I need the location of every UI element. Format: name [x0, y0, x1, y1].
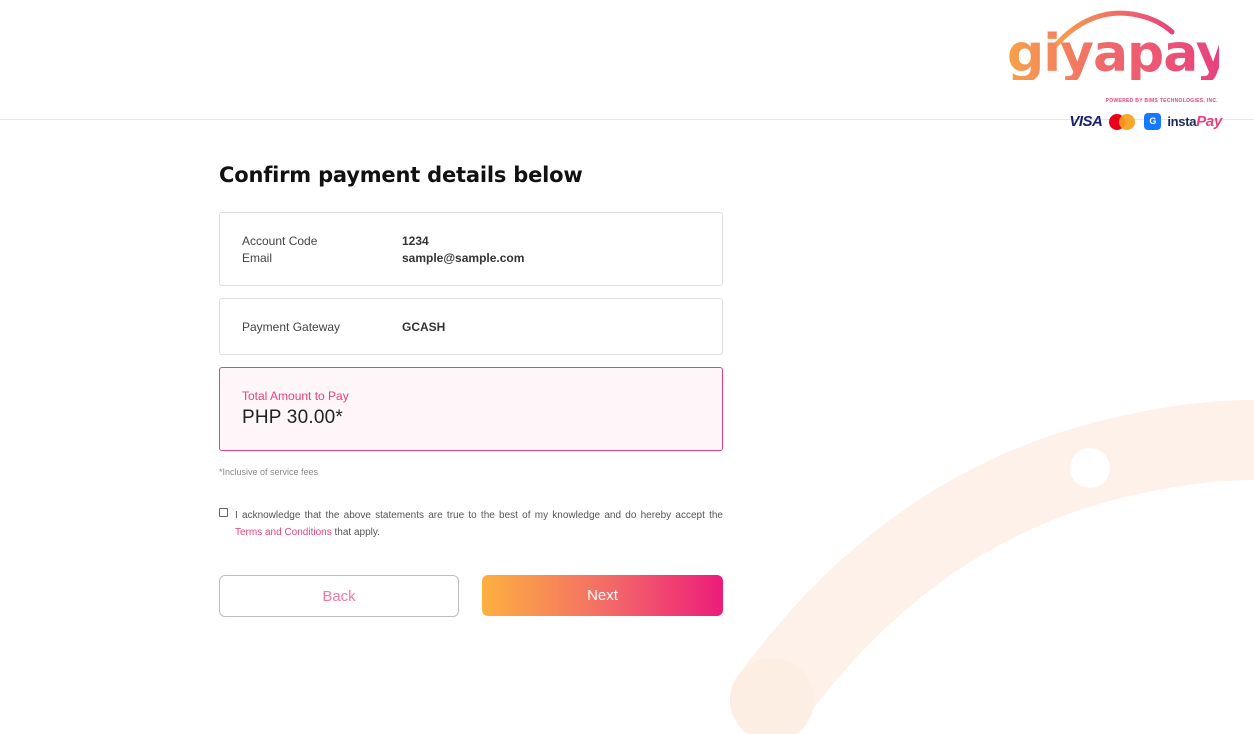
back-button[interactable]: Back	[219, 575, 459, 617]
email-row: Email sample@sample.com	[242, 250, 524, 266]
account-code-label: Account Code	[242, 234, 318, 248]
visa-logo: VISA	[1069, 112, 1103, 130]
powered-by-text: POWERED BY BIMS TECHNOLOGIES, INC.	[1105, 98, 1218, 104]
account-details-card: Account Code 1234 Email sample@sample.co…	[219, 212, 723, 286]
payment-gateway-card: Payment Gateway GCASH	[219, 298, 723, 355]
account-code-value: 1234	[402, 234, 429, 248]
page-title: Confirm payment details below	[219, 163, 583, 187]
acknowledge-checkbox[interactable]	[219, 508, 228, 517]
total-amount-value: PHP 30.00*	[242, 407, 343, 428]
total-amount-card: Total Amount to Pay PHP 30.00*	[219, 367, 723, 451]
payment-gateway-label: Payment Gateway	[242, 320, 341, 334]
payment-gateway-row: Payment Gateway GCASH	[242, 319, 445, 335]
terms-and-conditions-link[interactable]: Terms and Conditions	[235, 527, 332, 538]
payment-methods-logos: VISA G instaPay	[1069, 111, 1222, 131]
account-code-row: Account Code 1234	[242, 233, 429, 249]
acknowledgement-text-end: that apply.	[331, 527, 380, 538]
logo-wordmark: giyapay	[1007, 24, 1230, 84]
mastercard-icon	[1108, 111, 1138, 131]
next-button[interactable]: Next	[482, 575, 723, 616]
payment-confirmation-form: Confirm payment details below Account Co…	[219, 160, 723, 617]
service-fee-note: *Inclusive of service fees	[219, 467, 319, 477]
total-amount-label: Total Amount to Pay	[242, 389, 349, 403]
payment-gateway-value: GCASH	[402, 320, 446, 334]
email-value: sample@sample.com	[402, 251, 525, 265]
acknowledgement-text: I acknowledge that the above statements …	[235, 507, 723, 541]
acknowledgement: I acknowledge that the above statements …	[219, 507, 723, 541]
gcash-icon: G	[1144, 112, 1162, 130]
giyapay-logo: giyapay POWERED BY BIMS TECHNOLOGIES, IN…	[1007, 10, 1230, 132]
instapay-logo: instaPay	[1167, 112, 1222, 130]
acknowledgement-text-start: I acknowledge that the above statements …	[235, 510, 723, 521]
email-label: Email	[242, 251, 273, 265]
